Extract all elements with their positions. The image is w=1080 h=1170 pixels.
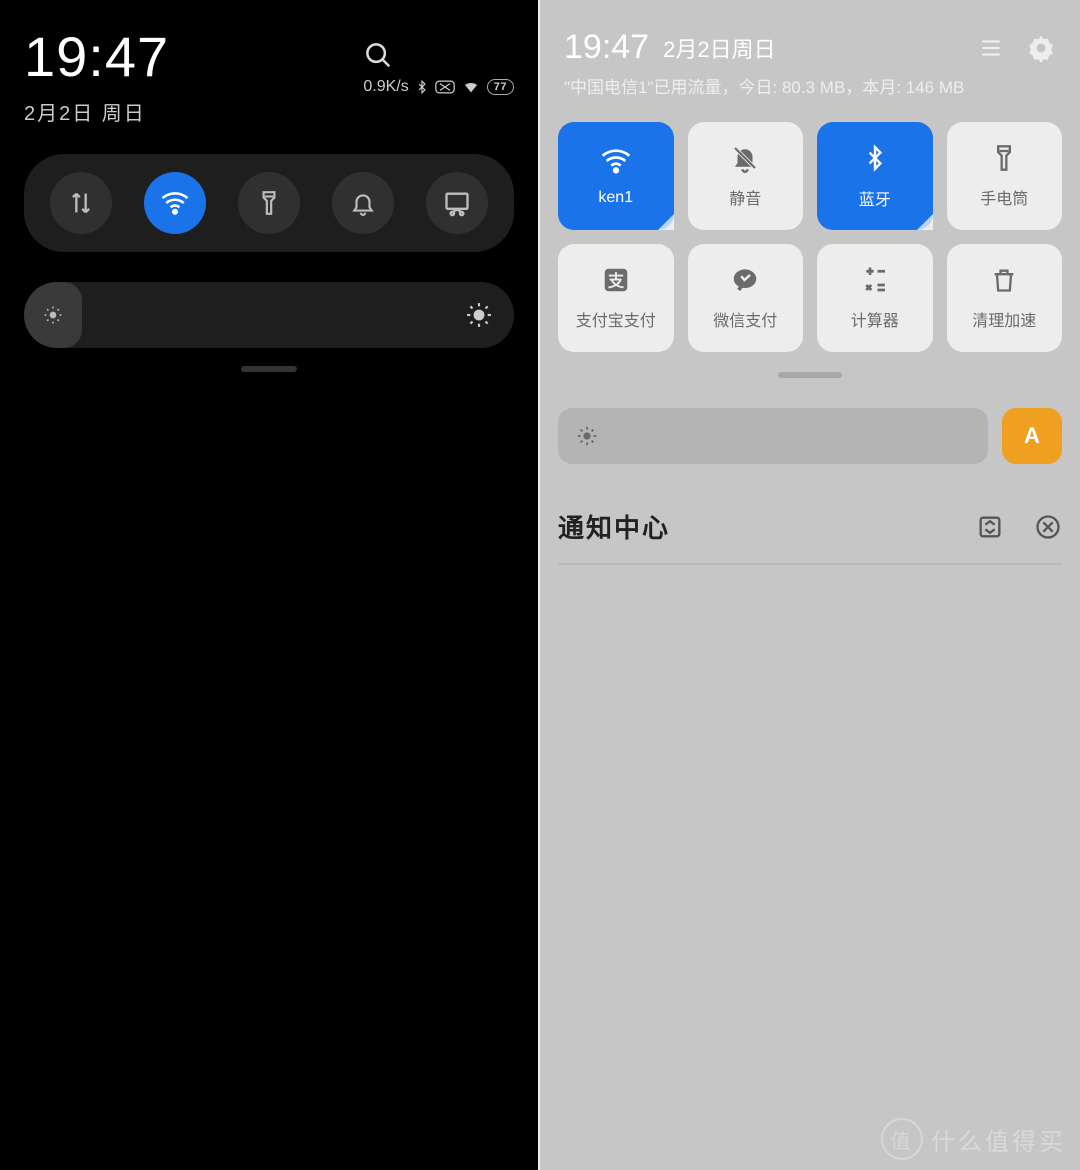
- brightness-thumb[interactable]: [24, 282, 82, 348]
- screenshot-toggle[interactable]: [426, 172, 488, 234]
- bluetooth-status-icon: [415, 78, 429, 96]
- watermark: 值 什么值得买: [881, 1118, 1066, 1160]
- clock-date: 2月2日 周日: [24, 97, 169, 126]
- brightness-slider[interactable]: [558, 408, 988, 464]
- flashlight-icon: [990, 143, 1018, 173]
- watermark-badge: 值: [881, 1118, 923, 1160]
- drag-handle[interactable]: [241, 366, 297, 372]
- tile-label: 静音: [729, 185, 761, 209]
- collapse-icon[interactable]: [976, 513, 1004, 541]
- settings-icon[interactable]: [1026, 33, 1056, 63]
- drag-handle[interactable]: [778, 372, 842, 378]
- no-sim-icon: [435, 79, 455, 95]
- wifi-status-icon: [461, 79, 481, 95]
- net-speed: 0.9K/s: [363, 78, 408, 96]
- tile-label: ken1: [598, 189, 633, 207]
- tile-label: 微信支付: [713, 307, 777, 331]
- data-usage-text: "中国电信1"已用流量，今日: 80.3 MB，本月: 146 MB: [564, 73, 1056, 98]
- watermark-text: 什么值得买: [931, 1122, 1066, 1157]
- brightness-icon: [576, 425, 598, 447]
- clean-icon: [990, 265, 1018, 295]
- light-notification-shade: 19:47 2月2日周日 "中国电信1"已用流量，今日: 80.3 MB，本月:…: [540, 0, 1080, 1170]
- divider: [558, 563, 1062, 565]
- search-icon[interactable]: [363, 40, 514, 70]
- data-toggle[interactable]: [50, 172, 112, 234]
- tile-label: 蓝牙: [859, 186, 891, 210]
- bluetooth-icon: [862, 142, 888, 174]
- auto-brightness-label: A: [1024, 423, 1040, 449]
- tile-cleanup[interactable]: 清理加速: [947, 244, 1063, 352]
- clock-time: 19:47: [564, 28, 649, 67]
- tile-label: 支付宝支付: [576, 307, 656, 331]
- edit-icon[interactable]: [978, 35, 1004, 61]
- tile-bluetooth[interactable]: 蓝牙: [817, 122, 933, 230]
- notification-center-title: 通知中心: [558, 508, 670, 545]
- clear-all-icon[interactable]: [1034, 513, 1062, 541]
- tile-flashlight[interactable]: 手电筒: [947, 122, 1063, 230]
- wifi-toggle[interactable]: [144, 172, 206, 234]
- clock-time: 19:47: [24, 24, 169, 89]
- dnd-toggle[interactable]: [332, 172, 394, 234]
- alipay-icon: 支: [601, 265, 631, 295]
- svg-text:支: 支: [607, 271, 625, 290]
- mute-icon: [730, 143, 760, 173]
- tile-label: 手电筒: [980, 185, 1028, 209]
- flashlight-toggle[interactable]: [238, 172, 300, 234]
- tile-wechat-pay[interactable]: 微信支付: [688, 244, 804, 352]
- battery-status: 77: [487, 79, 514, 95]
- tile-wifi[interactable]: ken1: [558, 122, 674, 230]
- brightness-max-icon: [466, 302, 492, 328]
- wechat-icon: [729, 265, 761, 295]
- tile-label: 清理加速: [972, 307, 1036, 331]
- tile-mute[interactable]: 静音: [688, 122, 804, 230]
- tile-calculator[interactable]: 计算器: [817, 244, 933, 352]
- tile-alipay[interactable]: 支 支付宝支付: [558, 244, 674, 352]
- auto-brightness-toggle[interactable]: A: [1002, 408, 1062, 464]
- quick-settings-grid: ken1 静音 蓝牙 手电筒 支 支付宝支付 微信支付: [552, 122, 1068, 352]
- clock-date: 2月2日周日: [663, 32, 775, 64]
- calculator-icon: [860, 265, 890, 295]
- wifi-icon: [600, 145, 632, 177]
- tile-label: 计算器: [851, 307, 899, 331]
- brightness-slider[interactable]: [24, 282, 514, 348]
- dark-notification-shade: 19:47 2月2日 周日 0.9K/s: [0, 0, 540, 1170]
- quick-toggle-strip: [24, 154, 514, 252]
